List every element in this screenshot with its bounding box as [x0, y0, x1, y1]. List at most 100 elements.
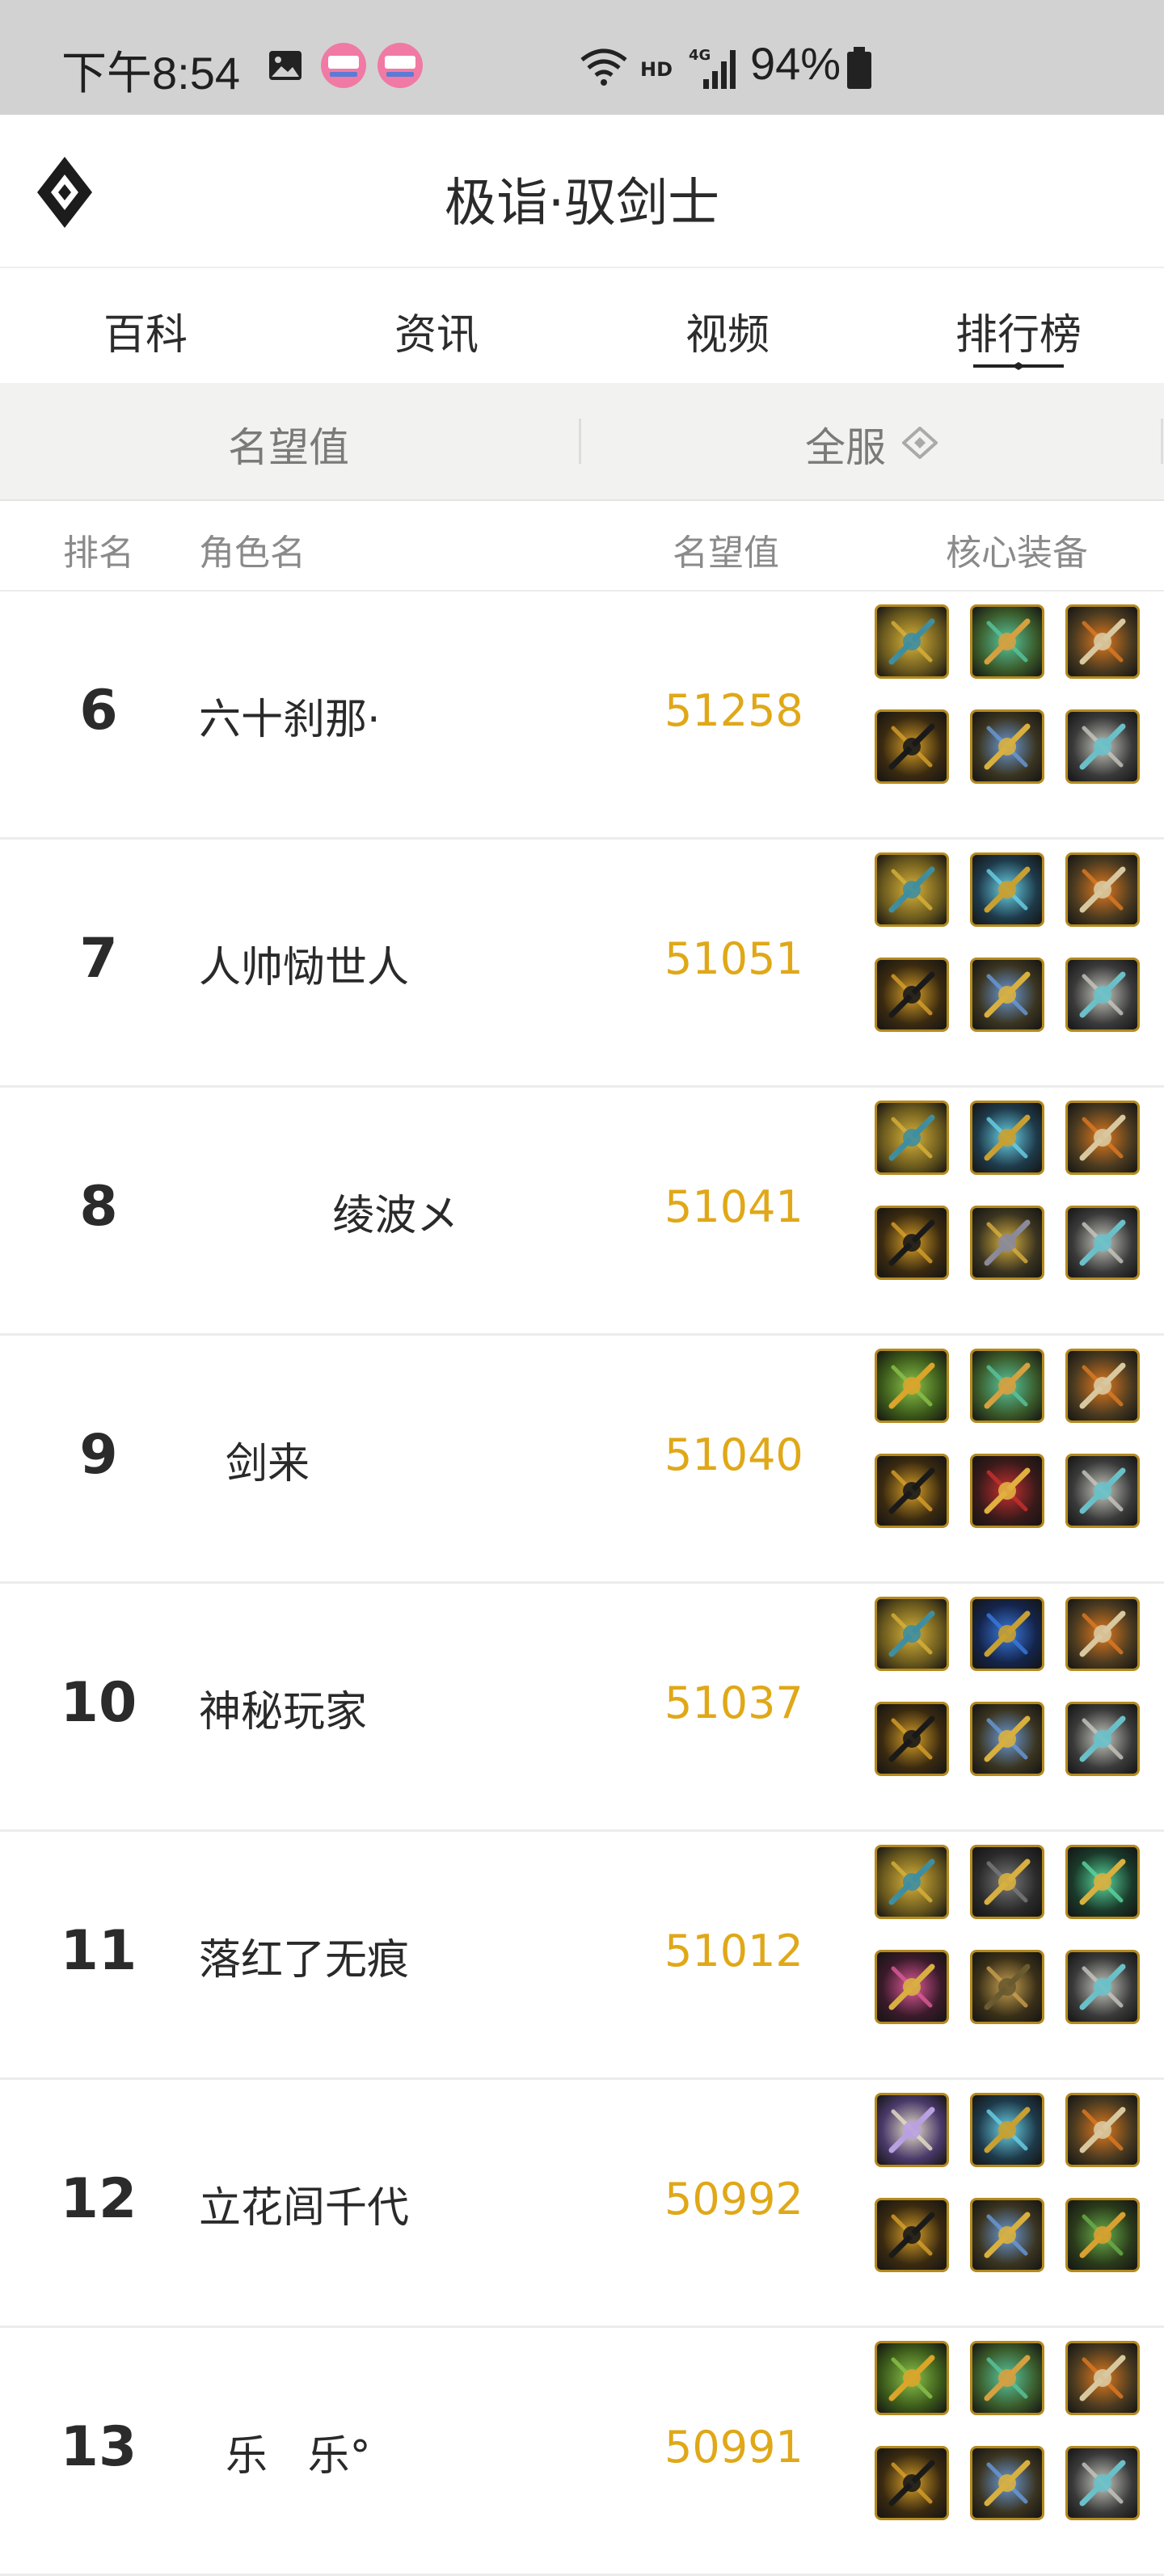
stone-armor-equip-icon[interactable]	[1065, 1950, 1140, 2024]
table-header: 排名 角色名 名望值 核心装备	[0, 501, 1164, 591]
rank-number: 6	[79, 679, 118, 743]
svg-text:4G: 4G	[689, 47, 711, 64]
stone-armor-equip-icon[interactable]	[1065, 709, 1140, 784]
tab-wiki[interactable]: 百科	[24, 301, 267, 361]
table-row[interactable]: 7 人帅恸世人 51051	[0, 840, 1164, 1088]
active-tab-indicator	[973, 362, 1064, 370]
battery-icon	[847, 47, 871, 89]
belt-gold-equip-icon[interactable]	[875, 1206, 949, 1280]
table-row[interactable]: 9 剑来 51040	[0, 1336, 1164, 1584]
character-name[interactable]: 乐 乐°	[199, 2422, 371, 2482]
blue-orb-equip-icon[interactable]	[970, 2093, 1044, 2167]
claw-dark-equip-icon[interactable]	[970, 1845, 1044, 1919]
atom-equip-icon[interactable]	[1065, 604, 1140, 679]
stone-armor-equip-icon[interactable]	[1065, 1454, 1140, 1528]
fame-score: 51051	[664, 933, 803, 984]
rank-number: 10	[60, 1671, 137, 1735]
page-title: 极诣·驭剑士	[444, 174, 720, 234]
table-row[interactable]: 8 绫波メ 51041	[0, 1088, 1164, 1336]
red-armor-equip-icon[interactable]	[970, 1454, 1044, 1528]
green-orb-equip-icon[interactable]	[970, 604, 1044, 679]
atom-equip-icon[interactable]	[1065, 1349, 1140, 1423]
atom-equip-icon[interactable]	[1065, 852, 1140, 927]
stone-armor-equip-icon[interactable]	[1065, 2446, 1140, 2520]
rank-number: 11	[60, 1919, 137, 1983]
weapon-green-equip-icon[interactable]	[875, 1349, 949, 1423]
character-name[interactable]: 绫波メ	[199, 1181, 458, 1242]
belt-gold-equip-icon[interactable]	[875, 2446, 949, 2520]
tab-news[interactable]: 资讯	[315, 301, 558, 361]
bilibili-icon	[377, 43, 423, 88]
status-time: 下午8:54	[61, 48, 240, 99]
metric-filter[interactable]: 名望值	[228, 415, 349, 474]
dropdown-diamond-icon[interactable]	[902, 427, 938, 459]
atom-equip-icon[interactable]	[1065, 1597, 1140, 1671]
character-name[interactable]: 神秘玩家	[199, 1677, 367, 1738]
green-ring-equip-icon[interactable]	[1065, 1845, 1140, 1919]
tab-ranking[interactable]: 排行榜	[897, 301, 1140, 361]
character-name[interactable]: 立花闾千代	[199, 2174, 409, 2234]
cross-blue-equip-icon[interactable]	[970, 958, 1044, 1032]
character-name[interactable]: 落红了无痕	[199, 1926, 409, 1986]
fame-score: 50991	[664, 2422, 803, 2473]
status-bar: 下午8:54 HD 4G 94%	[0, 0, 1164, 115]
ring-pink-equip-icon[interactable]	[875, 1950, 949, 2024]
table-row[interactable]: 12 立花闾千代 50992	[0, 2080, 1164, 2328]
filter-divider	[1161, 419, 1163, 464]
green-orb-equip-icon[interactable]	[970, 1349, 1044, 1423]
belt-gold-equip-icon[interactable]	[875, 1454, 949, 1528]
stone-armor-equip-icon[interactable]	[1065, 958, 1140, 1032]
weapon-a-equip-icon[interactable]	[875, 1845, 949, 1919]
green-coat-equip-icon[interactable]	[1065, 2198, 1140, 2272]
tab-video[interactable]: 视频	[606, 301, 849, 361]
ring-blue-equip-icon[interactable]	[970, 1597, 1044, 1671]
rank-number: 13	[60, 2415, 137, 2479]
stone-armor-equip-icon[interactable]	[1065, 1702, 1140, 1776]
rank-number: 8	[79, 1175, 118, 1239]
character-name[interactable]: 人帅恸世人	[199, 933, 409, 994]
image-icon	[269, 51, 302, 80]
fame-score: 51012	[664, 1926, 803, 1976]
atom-equip-icon[interactable]	[1065, 1101, 1140, 1175]
blue-orb-equip-icon[interactable]	[970, 852, 1044, 927]
4g-signal-icon: 4G	[689, 47, 736, 89]
cross-blue-equip-icon[interactable]	[970, 2198, 1044, 2272]
fame-score: 50992	[664, 2174, 803, 2225]
stone-armor-equip-icon[interactable]	[1065, 1206, 1140, 1280]
table-row[interactable]: 13 乐 乐° 50991	[0, 2328, 1164, 2576]
server-filter[interactable]: 全服	[805, 415, 886, 474]
weapon-a-equip-icon[interactable]	[875, 604, 949, 679]
ranking-list: 6 六十刹那· 51258 7 人帅恸世人 51051 8 绫波メ 51041 9 剑来 5104…	[0, 591, 1164, 2576]
cape-gold-equip-icon[interactable]	[970, 1950, 1044, 2024]
wifi-icon	[580, 48, 627, 86]
fame-score: 51041	[664, 1181, 803, 1232]
battery-percent: 94%	[750, 38, 841, 89]
cross-blue-equip-icon[interactable]	[970, 1702, 1044, 1776]
atom-equip-icon[interactable]	[1065, 2341, 1140, 2415]
atom-equip-icon[interactable]	[1065, 2093, 1140, 2167]
title-bar: 极诣·驭剑士	[0, 115, 1164, 268]
fame-score: 51258	[664, 685, 803, 736]
belt-gold-equip-icon[interactable]	[875, 958, 949, 1032]
cross-blue-equip-icon[interactable]	[970, 2446, 1044, 2520]
belt-gold-equip-icon[interactable]	[875, 2198, 949, 2272]
header-name: 角色名	[199, 532, 306, 574]
weapon-green-equip-icon[interactable]	[875, 2341, 949, 2415]
weapon-a-equip-icon[interactable]	[875, 1101, 949, 1175]
cross-blue-equip-icon[interactable]	[970, 709, 1044, 784]
character-name[interactable]: 剑来	[199, 1429, 310, 1490]
weapon-purple-equip-icon[interactable]	[875, 2093, 949, 2167]
weapon-a-equip-icon[interactable]	[875, 1597, 949, 1671]
weapon-a-equip-icon[interactable]	[875, 852, 949, 927]
belt-gold-equip-icon[interactable]	[875, 709, 949, 784]
table-row[interactable]: 6 六十刹那· 51258	[0, 591, 1164, 840]
character-name[interactable]: 六十刹那·	[199, 685, 381, 746]
table-row[interactable]: 10 神秘玩家 51037	[0, 1584, 1164, 1832]
blue-orb-equip-icon[interactable]	[970, 1101, 1044, 1175]
cross-gold-equip-icon[interactable]	[970, 1206, 1044, 1280]
green-orb-equip-icon[interactable]	[970, 2341, 1044, 2415]
belt-gold-equip-icon[interactable]	[875, 1702, 949, 1776]
table-row[interactable]: 11 落红了无痕 51012	[0, 1832, 1164, 2080]
rank-number: 12	[60, 2167, 137, 2231]
svg-text:HD: HD	[640, 58, 673, 79]
